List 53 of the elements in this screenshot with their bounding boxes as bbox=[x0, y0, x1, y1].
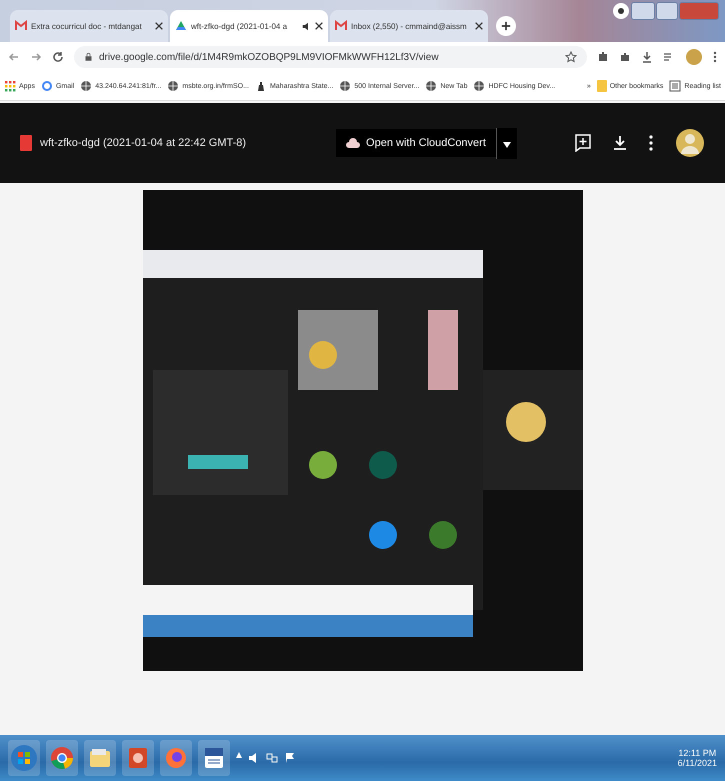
download-icon bbox=[641, 51, 653, 63]
new-tab-button[interactable] bbox=[496, 16, 516, 36]
close-icon bbox=[155, 22, 163, 30]
download-icon bbox=[613, 135, 627, 151]
list-icon bbox=[669, 80, 682, 92]
globe-icon bbox=[80, 80, 92, 92]
folder-icon bbox=[88, 746, 112, 770]
maximize-button[interactable] bbox=[656, 2, 678, 20]
browser-tab[interactable]: Extra cocurricul doc - mtdangat bbox=[10, 10, 168, 42]
avatar-icon bbox=[685, 48, 703, 66]
document-app-icon bbox=[202, 746, 226, 770]
clock[interactable]: 12:11 PM 6/11/2021 bbox=[678, 748, 717, 768]
reload-icon bbox=[52, 51, 64, 63]
close-icon bbox=[475, 22, 483, 30]
url-text: drive.google.com/file/d/1M4R9mkOZOBQP9LM9VIOFMkWWFH12Lf3V/view bbox=[99, 52, 439, 62]
plus-icon bbox=[501, 21, 511, 31]
cloud-icon bbox=[346, 137, 360, 149]
star-icon bbox=[565, 51, 577, 63]
windows-start-icon bbox=[10, 744, 38, 772]
globe-icon bbox=[425, 80, 438, 92]
forward-icon bbox=[30, 51, 42, 63]
file-title: wft-zfko-dgd (2021-01-04 at 22:42 GMT-8) bbox=[40, 137, 246, 149]
mail-icon bbox=[15, 20, 27, 32]
time-text: 12:11 PM bbox=[678, 748, 716, 758]
close-icon bbox=[315, 22, 323, 30]
open-with-button[interactable]: Open with CloudConvert bbox=[336, 129, 496, 157]
address-bar[interactable]: drive.google.com/file/d/1M4R9mkOZOBQP9LM9VIOFMkWWFH12Lf3V/view bbox=[74, 46, 587, 68]
back-icon bbox=[8, 51, 20, 63]
triangle-icon bbox=[175, 20, 187, 32]
flag-icon bbox=[284, 752, 296, 764]
more-icon bbox=[649, 135, 653, 151]
folder-icon bbox=[596, 79, 607, 93]
more-icon bbox=[713, 51, 717, 63]
slides-app-icon bbox=[126, 746, 150, 770]
dropdown-button[interactable] bbox=[496, 128, 517, 158]
network-icon bbox=[266, 752, 278, 764]
video-file-icon bbox=[20, 135, 32, 151]
browser-tab[interactable]: Inbox (2,550) - cmmaind@aissm bbox=[330, 10, 488, 42]
extension-icon bbox=[597, 51, 609, 63]
minimize-button[interactable] bbox=[631, 2, 655, 20]
google-icon bbox=[40, 80, 53, 92]
tray-arrow-icon bbox=[236, 752, 242, 758]
grid-icon bbox=[4, 80, 16, 92]
avatar-icon bbox=[675, 128, 705, 158]
date-text: 6/11/2021 bbox=[678, 758, 717, 768]
browser-tab[interactable]: wft-zfko-dgd (2021-01-04 a bbox=[170, 10, 328, 42]
caret-icon bbox=[502, 142, 511, 148]
lock-icon bbox=[84, 52, 93, 62]
globe-icon bbox=[339, 80, 352, 92]
globe-icon bbox=[473, 80, 486, 92]
globe-icon bbox=[167, 80, 180, 92]
mail-icon bbox=[335, 20, 347, 32]
add-comment-icon bbox=[575, 134, 591, 152]
